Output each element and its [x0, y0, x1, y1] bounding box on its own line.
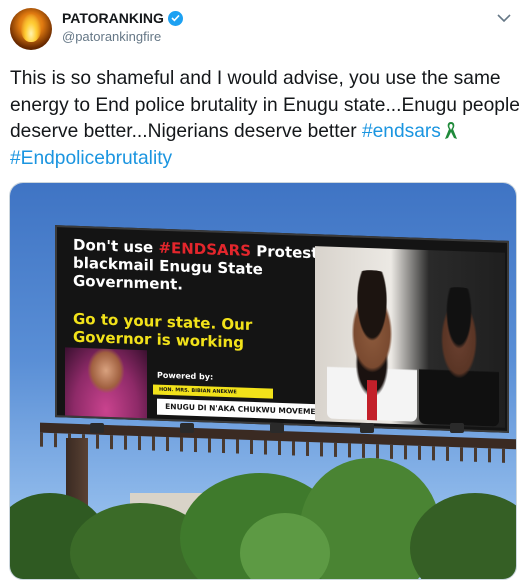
tweet-card: PATORANKING @patorankingfire This is so …	[0, 0, 526, 582]
trees	[10, 458, 516, 579]
hashtag-endsars[interactable]: #endsars	[362, 121, 441, 142]
tweet-text: This is so shameful and I would advise, …	[10, 66, 520, 172]
flame-icon	[21, 14, 41, 42]
tweet-image[interactable]: Don't use #ENDSARS Protest to blackmail …	[9, 182, 517, 580]
billboard-light	[270, 423, 284, 433]
tweet-author: PATORANKING @patorankingfire	[62, 10, 183, 44]
user-handle[interactable]: @patorankingfire	[62, 29, 183, 44]
man-portrait-right	[419, 285, 499, 427]
avatar[interactable]	[10, 8, 52, 50]
display-name-row: PATORANKING	[62, 10, 183, 26]
woman-portrait	[65, 347, 147, 423]
billboard-sponsor-name: HON. MRS. BIBIAN ANEKWE	[153, 384, 273, 399]
billboard-headline: Don't use #ENDSARS Protest to blackmail …	[73, 236, 343, 299]
billboard-light	[360, 423, 374, 433]
ribbon-emoji-icon	[443, 120, 459, 140]
verified-badge-icon	[167, 10, 183, 26]
tie	[367, 379, 377, 421]
billboard-light	[450, 423, 464, 433]
men-portrait	[315, 246, 505, 428]
billboard-powered-by: Powered by:	[157, 370, 214, 382]
billboard-subline: Go to your state. Our Governor is workin…	[73, 309, 253, 352]
man-portrait-left	[327, 268, 417, 422]
hashtag-endpolicebrutality[interactable]: #Endpolicebrutality	[10, 148, 172, 169]
display-name[interactable]: PATORANKING	[62, 10, 164, 26]
billboard-panel: Don't use #ENDSARS Protest to blackmail …	[55, 225, 509, 433]
chevron-down-icon[interactable]	[496, 12, 512, 24]
billboard-light	[90, 423, 104, 433]
billboard: Don't use #ENDSARS Protest to blackmail …	[55, 225, 509, 441]
billboard-light	[180, 423, 194, 433]
